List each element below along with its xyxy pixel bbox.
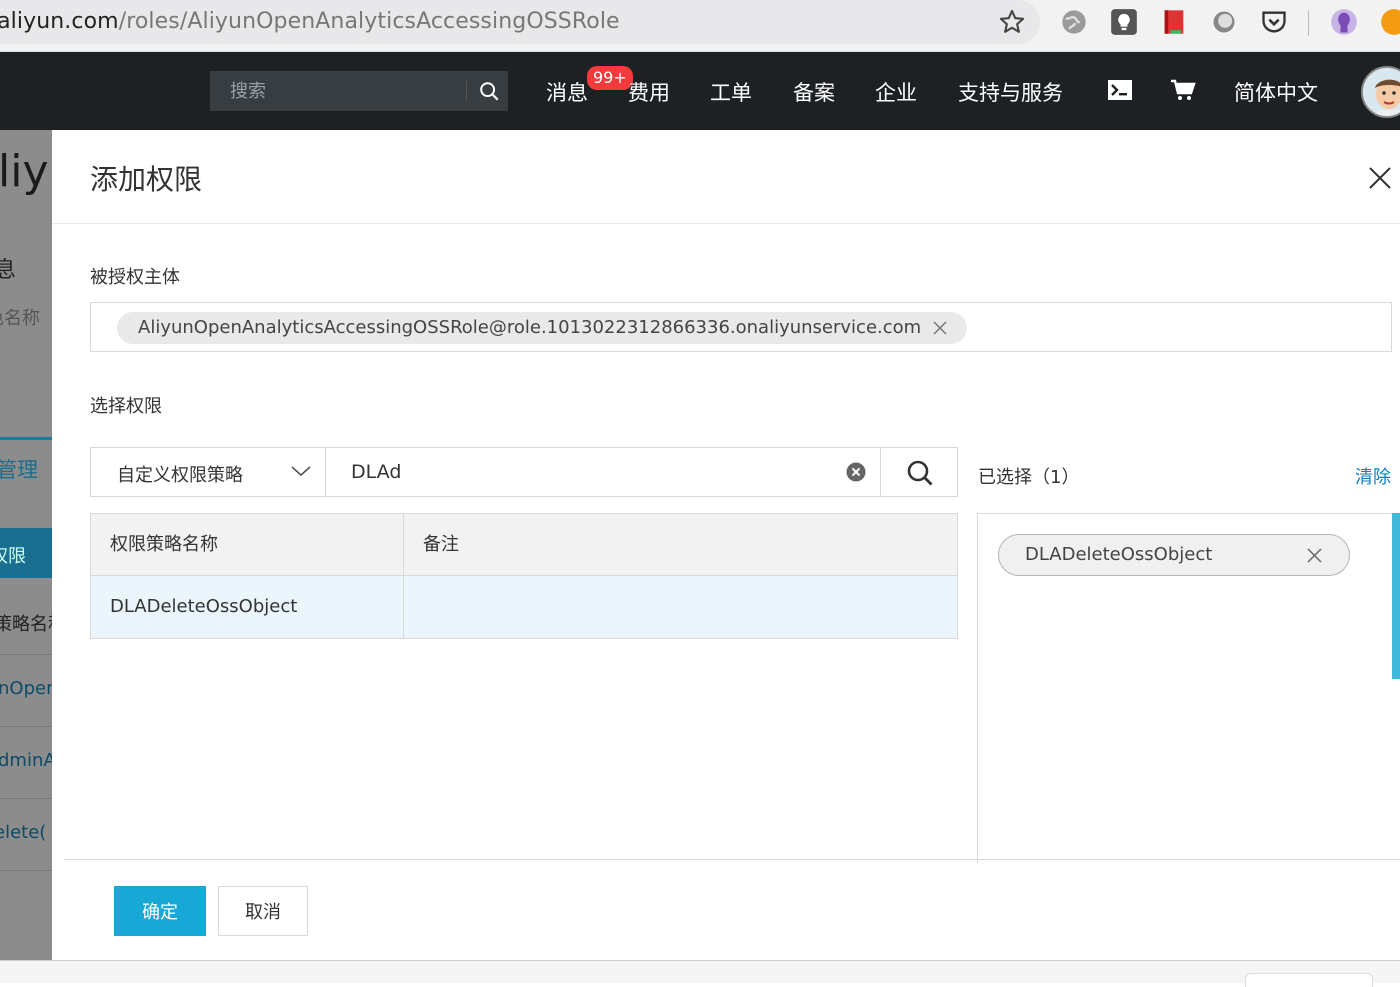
selected-count-label: 已选择（1） [978, 467, 1080, 488]
side-scroll-indicator[interactable] [1392, 513, 1400, 679]
message-count-badge: 99+ [587, 66, 633, 90]
remove-tag-icon[interactable] [933, 321, 947, 335]
policy-search-button[interactable] [880, 447, 958, 497]
search-divider [466, 81, 467, 101]
user-avatar[interactable] [1361, 66, 1400, 118]
bg-divider [0, 870, 52, 871]
remove-selected-icon[interactable] [1307, 548, 1322, 563]
nav-enterprise[interactable]: 企业 [875, 77, 917, 107]
nav-support[interactable]: 支持与服务 [958, 77, 1063, 107]
column-header-policy-name: 权限策略名称 [91, 514, 404, 576]
bg-col-fragment: 策略名和 [0, 614, 52, 635]
globe-extension-icon[interactable] [1060, 8, 1088, 36]
bg-row-fragment: elete( [0, 822, 47, 843]
address-bar[interactable]: .aliyun.com/roles/AliyunOpenAnalyticsAcc… [0, 0, 1040, 44]
header-divider [52, 223, 1400, 224]
search-icon [907, 460, 933, 486]
policy-table: 权限策略名称 备注 DLADeleteOssObject [90, 513, 958, 639]
nav-search [210, 71, 508, 111]
nav-language[interactable]: 简体中文 [1234, 77, 1318, 107]
policy-type-select[interactable]: 自定义权限策略 [90, 447, 326, 497]
policy-search-field [325, 447, 881, 497]
bookmark-star-icon[interactable] [998, 8, 1026, 36]
bg-divider [0, 798, 52, 799]
profile-avatar-icon[interactable] [1330, 8, 1358, 36]
orange-extension-icon[interactable] [1380, 8, 1400, 36]
policy-note-cell [404, 576, 957, 638]
add-permission-panel: 添加权限 被授权主体 AliyunOpenAnalyticsAccessingO… [52, 130, 1400, 960]
principal-label: 被授权主体 [90, 267, 180, 288]
background-page-overlay: liyu 息 色名称 管理 权限 策略名和 nOper dminA elete( [0, 130, 52, 960]
close-icon[interactable] [1368, 166, 1392, 190]
chevron-down-icon [291, 466, 311, 477]
pocket-icon[interactable] [1260, 8, 1288, 36]
search-icon[interactable] [478, 80, 500, 102]
selected-policies-box: DLADeleteOssObject [977, 513, 1400, 863]
url-path: /roles/AliyunOpenAnalyticsAccessingOSSRo… [118, 9, 620, 34]
cancel-button[interactable]: 取消 [218, 886, 308, 936]
nav-search-input[interactable] [210, 71, 465, 111]
book-extension-icon[interactable] [1160, 8, 1188, 36]
terminal-icon[interactable] [1107, 78, 1133, 102]
bg-heading-fragment: 息 [0, 258, 17, 283]
selected-policy-tag: DLADeleteOssObject [998, 534, 1350, 576]
policy-name-cell: DLADeleteOssObject [91, 576, 404, 638]
bottom-tab-edge [1245, 973, 1373, 987]
bg-label-fragment: 色名称 [0, 308, 40, 329]
bg-button-fragment: 权限 [0, 546, 26, 567]
cart-icon[interactable] [1170, 78, 1196, 102]
avatar-face-icon [1363, 68, 1400, 116]
nav-icp[interactable]: 备案 [793, 77, 835, 107]
clear-selected-link[interactable]: 清除 [1355, 463, 1391, 489]
permission-label: 选择权限 [90, 396, 162, 417]
confirm-button[interactable]: 确定 [114, 886, 206, 936]
selected-policy-name: DLADeleteOssObject [1025, 544, 1213, 565]
browser-toolbar: .aliyun.com/roles/AliyunOpenAnalyticsAcc… [0, 0, 1400, 52]
footer-divider [64, 859, 1400, 860]
bg-row-fragment: nOper [0, 678, 52, 699]
bg-row-fragment: dminA [0, 750, 52, 771]
principal-tag: AliyunOpenAnalyticsAccessingOSSRole@role… [117, 312, 968, 344]
toolbar-divider [1308, 10, 1309, 36]
page-bottom-edge [0, 960, 1400, 987]
principal-field[interactable]: AliyunOpenAnalyticsAccessingOSSRole@role… [90, 302, 1392, 352]
nav-billing[interactable]: 费用 [628, 77, 670, 107]
bg-divider [0, 726, 52, 727]
console-top-nav: 消息 99+ 费用 工单 备案 企业 支持与服务 简体中文 [0, 52, 1400, 130]
bg-tab-underline [0, 437, 52, 440]
lightbulb-extension-icon[interactable] [1110, 8, 1138, 36]
nav-messages[interactable]: 消息 [546, 77, 588, 107]
nav-tickets[interactable]: 工单 [710, 77, 752, 107]
column-header-note: 备注 [404, 514, 957, 576]
principal-tag-text: AliyunOpenAnalyticsAccessingOSSRole@role… [138, 317, 922, 338]
circle-extension-icon[interactable] [1210, 8, 1238, 36]
policy-search-input[interactable] [326, 448, 836, 496]
bg-logo-fragment: liyu [0, 146, 52, 197]
clear-input-icon[interactable] [846, 462, 866, 482]
url-host: .aliyun.com [0, 9, 119, 34]
panel-title: 添加权限 [90, 163, 203, 196]
policy-type-value: 自定义权限策略 [117, 465, 243, 486]
bg-divider [0, 654, 52, 655]
bg-tab-fragment: 管理 [0, 458, 38, 482]
url-text[interactable]: .aliyun.com/roles/AliyunOpenAnalyticsAcc… [0, 9, 620, 34]
table-row[interactable]: DLADeleteOssObject [91, 576, 957, 638]
